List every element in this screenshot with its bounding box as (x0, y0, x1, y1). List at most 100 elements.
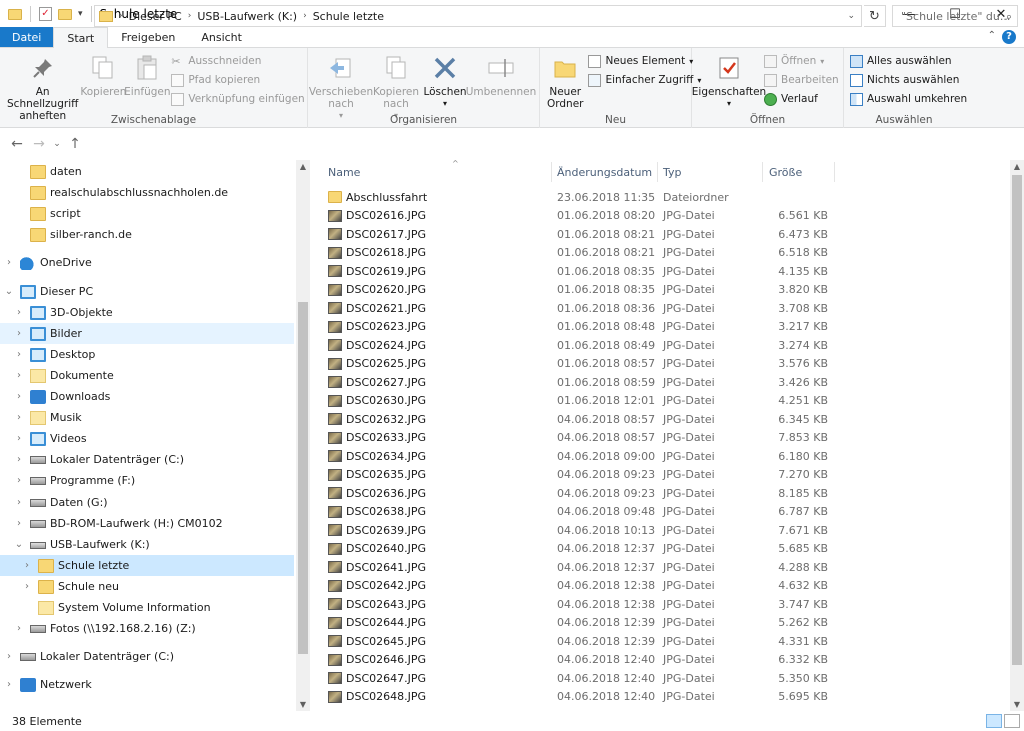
nav-item[interactable]: daten (0, 161, 294, 182)
expand-chevron-icon[interactable]: › (14, 433, 24, 444)
new-folder-icon[interactable] (58, 8, 72, 20)
scroll-up-arrow-icon[interactable]: ▲ (296, 162, 310, 171)
table-row[interactable]: DSC02640.JPG 04.06.2018 12:37 JPG-Datei 5.6… (322, 540, 1002, 559)
properties-button[interactable]: Eigenschaften ▾ (692, 51, 766, 112)
expand-chevron-icon[interactable]: › (14, 349, 24, 360)
table-row[interactable]: DSC02647.JPG 04.06.2018 12:40 JPG-Datei 5.3… (322, 669, 1002, 688)
breadcrumb-separator-icon[interactable]: › (188, 11, 192, 21)
copy-path-button[interactable]: Pfad kopieren (171, 72, 304, 88)
nav-item[interactable]: › Dokumente (0, 365, 294, 386)
table-row[interactable]: Abschlussfahrt 23.06.2018 11:35 Dateiordne… (322, 188, 1002, 207)
table-row[interactable]: DSC02634.JPG 04.06.2018 09:00 JPG-Datei 6.1… (322, 447, 1002, 466)
select-all-button[interactable]: Alles auswählen (850, 53, 967, 69)
rename-button[interactable]: Umbenennen (466, 51, 536, 100)
expand-chevron-icon[interactable]: › (14, 475, 24, 486)
paste-button[interactable]: Einfügen (124, 51, 171, 100)
history-button[interactable]: Verlauf (764, 91, 839, 107)
new-item-button[interactable]: Neues Element ▾ (588, 53, 701, 69)
nav-item[interactable]: script (0, 203, 294, 224)
expand-chevron-icon[interactable]: › (14, 370, 24, 381)
table-row[interactable]: DSC02624.JPG 01.06.2018 08:49 JPG-Datei 3.2… (322, 336, 1002, 355)
breadcrumb-item[interactable]: Schule letzte (313, 10, 384, 23)
table-row[interactable]: DSC02619.JPG 01.06.2018 08:35 JPG-Datei 4.1… (322, 262, 1002, 281)
nav-item[interactable]: System Volume Information (0, 597, 294, 618)
table-row[interactable]: DSC02641.JPG 04.06.2018 12:37 JPG-Datei 4.2… (322, 558, 1002, 577)
nav-item[interactable]: › Daten (G:) (0, 492, 294, 513)
new-folder-button[interactable]: Neuer Ordner (544, 51, 586, 112)
nav-item[interactable]: › Schule neu (0, 576, 294, 597)
table-row[interactable]: DSC02636.JPG 04.06.2018 09:23 JPG-Datei 8.1… (322, 484, 1002, 503)
scroll-down-arrow-icon[interactable]: ▼ (1010, 700, 1024, 709)
nav-item[interactable]: realschulabschlussnachholen.de (0, 182, 294, 203)
scroll-up-arrow-icon[interactable]: ▲ (1010, 162, 1024, 171)
table-row[interactable]: DSC02618.JPG 01.06.2018 08:21 JPG-Datei 6.5… (322, 244, 1002, 263)
file-list-scrollbar[interactable]: ▲ ▼ (1010, 160, 1024, 711)
nav-item[interactable]: › Fotos (\\192.168.2.16) (Z:) (0, 618, 294, 639)
refresh-button[interactable]: ↻ (864, 5, 886, 27)
nav-item[interactable]: › 3D-Objekte (0, 302, 294, 323)
breadcrumb-item[interactable]: USB-Laufwerk (K:) (197, 10, 297, 23)
table-row[interactable]: DSC02642.JPG 04.06.2018 12:38 JPG-Datei 4.6… (322, 577, 1002, 596)
address-bar[interactable]: › Dieser PC › USB-Laufwerk (K:) › Schule… (94, 5, 862, 27)
table-row[interactable]: DSC02616.JPG 01.06.2018 08:20 JPG-Datei 6.5… (322, 207, 1002, 226)
nav-item[interactable]: › Bilder (0, 322, 294, 344)
tab-datei[interactable]: Datei (0, 27, 54, 47)
nav-item[interactable]: › Netzwerk (0, 674, 294, 695)
nav-item[interactable]: ⌄ USB-Laufwerk (K:) (0, 534, 294, 555)
table-row[interactable]: DSC02645.JPG 04.06.2018 12:39 JPG-Datei 4.3… (322, 632, 1002, 651)
tab-start[interactable]: Start (53, 27, 109, 48)
minimize-ribbon-chevron-icon[interactable]: ⌃ (988, 30, 996, 41)
nav-item[interactable]: › Musik (0, 407, 294, 428)
nav-item[interactable]: silber-ranch.de (0, 224, 294, 245)
nav-item[interactable]: › Programme (F:) (0, 470, 294, 491)
edit-button[interactable]: Bearbeiten (764, 72, 839, 88)
table-row[interactable]: DSC02632.JPG 04.06.2018 08:57 JPG-Datei 6.3… (322, 410, 1002, 429)
nav-item[interactable]: › BD-ROM-Laufwerk (H:) CM0102 (0, 513, 294, 534)
copy-button[interactable]: Kopieren (80, 51, 126, 100)
table-row[interactable]: DSC02643.JPG 04.06.2018 12:38 JPG-Datei 3.7… (322, 595, 1002, 614)
expand-chevron-icon[interactable]: › (4, 679, 14, 690)
table-row[interactable]: DSC02646.JPG 04.06.2018 12:40 JPG-Datei 6.3… (322, 651, 1002, 670)
details-view-icon[interactable] (986, 714, 1002, 728)
column-divider[interactable] (551, 162, 552, 182)
table-row[interactable]: DSC02623.JPG 01.06.2018 08:48 JPG-Datei 3.2… (322, 318, 1002, 337)
recent-locations-chevron-icon[interactable]: ⌄ (50, 139, 64, 149)
expand-chevron-icon[interactable]: › (22, 560, 32, 571)
search-input[interactable]: "Schule letzte" du... ⌕ (892, 5, 1018, 27)
easy-access-button[interactable]: Einfacher Zugriff ▾ (588, 72, 701, 88)
properties-check-icon[interactable]: ✓ (39, 7, 52, 21)
forward-arrow-icon[interactable]: → (28, 136, 50, 152)
large-icons-view-icon[interactable] (1004, 714, 1020, 728)
collapse-chevron-icon[interactable]: ⌄ (4, 286, 14, 297)
table-row[interactable]: DSC02620.JPG 01.06.2018 08:35 JPG-Datei 3.8… (322, 281, 1002, 300)
expand-chevron-icon[interactable]: › (4, 257, 14, 268)
column-header-type[interactable]: Typ (663, 160, 758, 184)
table-row[interactable]: DSC02621.JPG 01.06.2018 08:36 JPG-Datei 3.7… (322, 299, 1002, 318)
table-row[interactable]: DSC02633.JPG 04.06.2018 08:57 JPG-Datei 7.8… (322, 429, 1002, 448)
customize-toolbar-caret-icon[interactable]: ▾ (78, 9, 83, 19)
table-row[interactable]: DSC02644.JPG 04.06.2018 12:39 JPG-Datei 5.2… (322, 614, 1002, 633)
column-header-size[interactable]: Größe (769, 160, 834, 184)
up-arrow-icon[interactable]: ↑ (64, 136, 86, 152)
column-divider[interactable] (834, 162, 835, 182)
nav-item[interactable]: › Lokaler Datenträger (C:) (0, 449, 294, 470)
navigation-pane-scrollbar[interactable]: ▲ ▼ (296, 160, 310, 711)
tab-freigeben[interactable]: Freigeben (108, 27, 188, 47)
table-row[interactable]: DSC02639.JPG 04.06.2018 10:13 JPG-Datei 7.6… (322, 521, 1002, 540)
expand-chevron-icon[interactable]: › (22, 581, 32, 592)
breadcrumb-separator-icon[interactable]: › (119, 11, 123, 21)
table-row[interactable]: DSC02627.JPG 01.06.2018 08:59 JPG-Datei 3.4… (322, 373, 1002, 392)
table-row[interactable]: DSC02635.JPG 04.06.2018 09:23 JPG-Datei 7.2… (322, 466, 1002, 485)
table-row[interactable]: DSC02625.JPG 01.06.2018 08:57 JPG-Datei 3.5… (322, 355, 1002, 374)
table-row[interactable]: DSC02648.JPG 04.06.2018 12:40 JPG-Datei 5.6… (322, 688, 1002, 707)
nav-item[interactable]: › Desktop (0, 344, 294, 365)
expand-chevron-icon[interactable]: › (14, 454, 24, 465)
nav-item[interactable]: › Videos (0, 428, 294, 449)
column-header-date[interactable]: Änderungsdatum (557, 160, 657, 184)
address-dropdown-chevron-icon[interactable]: ⌄ (847, 11, 855, 21)
column-divider[interactable] (762, 162, 763, 182)
nav-item[interactable]: › Lokaler Datenträger (C:) (0, 646, 294, 667)
expand-chevron-icon[interactable]: › (14, 518, 24, 529)
expand-chevron-icon[interactable]: › (14, 412, 24, 423)
expand-chevron-icon[interactable]: › (14, 391, 24, 402)
